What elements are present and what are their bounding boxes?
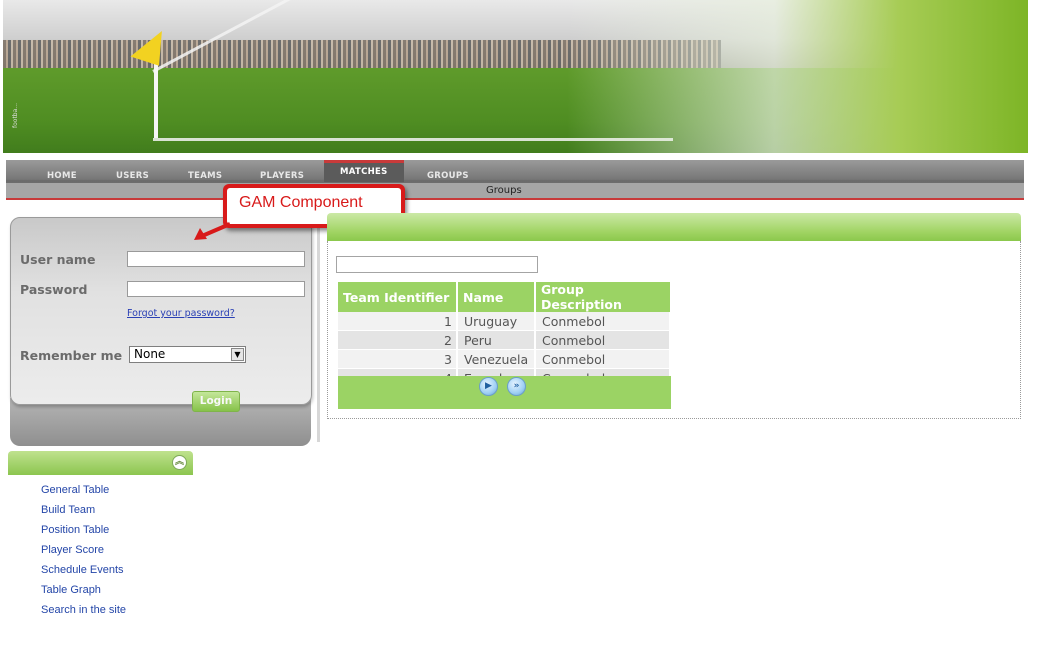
login-box-footer xyxy=(10,398,311,446)
forgot-password-link[interactable]: Forgot your password? xyxy=(127,308,235,319)
chevron-down-icon[interactable]: ▼ xyxy=(231,348,244,361)
username-input[interactable] xyxy=(127,251,305,267)
sidebar-item-player-score[interactable]: Player Score xyxy=(41,542,126,562)
password-label: Password xyxy=(20,282,88,297)
header-banner: footba... xyxy=(3,0,1028,153)
login-button[interactable]: Login xyxy=(192,391,240,412)
sidebar-menu: General Table Build Team Position Table … xyxy=(41,482,126,622)
sidebar-item-table-graph[interactable]: Table Graph xyxy=(41,582,126,602)
remember-me-value: None xyxy=(134,347,166,361)
sidebar-item-general-table[interactable]: General Table xyxy=(41,482,126,502)
column-divider xyxy=(317,222,320,442)
table-row[interactable]: 1 Uruguay Conmebol xyxy=(338,312,671,331)
table-header-row: Team Identifier Name Group Description xyxy=(338,282,670,312)
table-pager-bar xyxy=(338,376,671,409)
password-input[interactable] xyxy=(127,281,305,297)
fast-forward-icon[interactable]: » xyxy=(507,377,526,396)
sidebar-menu-header: ︽ xyxy=(8,451,193,475)
column-header-group-description[interactable]: Group Description xyxy=(535,282,670,312)
sub-nav-item-groups[interactable]: Groups xyxy=(486,185,522,196)
cell-team-identifier: 1 xyxy=(338,312,458,331)
cell-name: Peru xyxy=(457,330,536,350)
sidebar-item-schedule-events[interactable]: Schedule Events xyxy=(41,562,126,582)
column-header-name[interactable]: Name xyxy=(457,282,536,312)
remember-me-label: Remember me xyxy=(20,348,123,363)
cell-team-identifier: 3 xyxy=(338,349,458,369)
banner-fade xyxy=(566,0,1028,153)
column-header-team-identifier[interactable]: Team Identifier xyxy=(338,282,458,312)
content-panel-header xyxy=(327,213,1021,241)
tab-teams[interactable]: TEAMS xyxy=(188,171,222,181)
table-row[interactable]: 3 Venezuela Conmebol xyxy=(338,349,671,369)
table-row[interactable]: 2 Peru Conmebol xyxy=(338,330,671,350)
filter-input[interactable] xyxy=(336,256,538,273)
play-next-icon[interactable]: ▶ xyxy=(479,377,498,396)
sidebar-item-position-table[interactable]: Position Table xyxy=(41,522,126,542)
tab-matches[interactable]: MATCHES xyxy=(324,160,404,182)
tab-users[interactable]: USERS xyxy=(116,171,149,181)
cell-name: Uruguay xyxy=(457,312,536,331)
cell-team-identifier: 2 xyxy=(338,330,458,350)
cell-group-description: Conmebol xyxy=(535,312,671,331)
sidebar-item-search-site[interactable]: Search in the site xyxy=(41,602,126,622)
cell-group-description: Conmebol xyxy=(535,330,671,350)
corner-flag-pole xyxy=(154,58,158,138)
tab-home[interactable]: HOME xyxy=(47,171,77,181)
collapse-up-icon[interactable]: ︽ xyxy=(172,455,187,470)
tab-groups[interactable]: GROUPS xyxy=(427,171,469,181)
cell-group-description: Conmebol xyxy=(535,349,671,369)
tab-players[interactable]: PLAYERS xyxy=(260,171,304,181)
main-nav: HOME USERS TEAMS PLAYERS MATCHES GROUPS … xyxy=(6,160,1024,200)
username-label: User name xyxy=(20,252,96,267)
groups-table: Team Identifier Name Group Description 1… xyxy=(338,282,671,388)
cell-name: Venezuela xyxy=(457,349,536,369)
banner-credit: footba... xyxy=(12,102,19,128)
annotation-arrow-icon xyxy=(194,222,231,240)
sidebar-item-build-team[interactable]: Build Team xyxy=(41,502,126,522)
remember-me-select[interactable]: None ▼ xyxy=(129,346,246,363)
